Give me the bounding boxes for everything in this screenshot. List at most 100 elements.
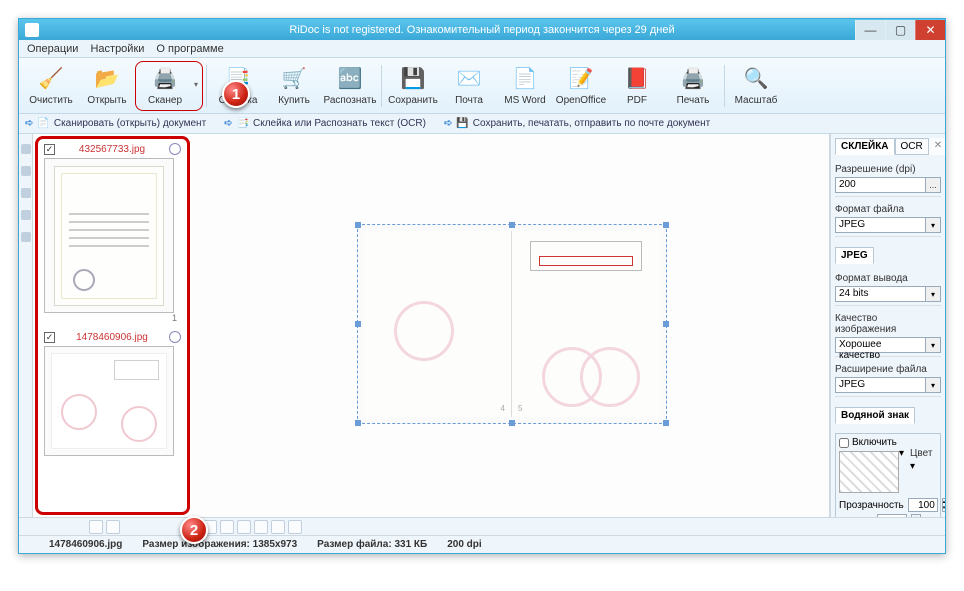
spinner-icon[interactable]: ▴▾ [942,498,945,512]
pdf-button[interactable]: 📕PDF [609,61,665,111]
tool-icon[interactable] [254,520,268,534]
ocr-icon: 🔤 [337,66,363,92]
word-icon: 📄 [512,66,538,92]
extension-select[interactable]: JPEG [835,377,926,393]
zoom-button[interactable]: 🔍Масштаб [728,61,784,111]
left-tool-strip [19,134,33,517]
panel-close-icon[interactable]: ✕ [929,138,945,155]
maximize-button[interactable]: ▢ [885,20,915,40]
app-icon [25,23,39,37]
word-button[interactable]: 📄MS Word [497,61,553,111]
tool-icon[interactable] [89,520,103,534]
thumbnail-filename: 1478460906.jpg [76,332,148,343]
thumbnail-checkbox[interactable]: ✓ [44,332,55,343]
quality-select[interactable]: Хорошее качество [835,337,926,353]
arrow-icon: ➪ [444,118,452,129]
cart-icon: 🛒 [281,66,307,92]
tool-icon[interactable] [237,520,251,534]
broom-icon: 🧹 [38,66,64,92]
extension-label: Расширение файла [835,364,941,375]
scanner-button[interactable]: 🖨️Сканер▾ [135,61,203,111]
tool-icon[interactable] [271,520,285,534]
chevron-down-icon[interactable]: ▾ [925,377,941,393]
menu-settings[interactable]: Настройки [86,41,148,57]
brightness-icon[interactable] [169,143,181,155]
close-button[interactable]: ✕ [915,20,945,40]
title-bar[interactable]: RiDoc is not registered. Ознакомительный… [19,19,945,40]
mail-button[interactable]: ✉️Почта [441,61,497,111]
chevron-down-icon[interactable]: ▾ [925,217,941,233]
tool-icon[interactable] [288,520,302,534]
properties-panel: СКЛЕЙКА OCR ✕ Разрешение (dpi) 200… Форм… [830,134,945,517]
tool-icon[interactable] [220,520,234,534]
open-button[interactable]: 📂Открыть [79,61,135,111]
tab-jpeg[interactable]: JPEG [835,247,874,264]
arrow-icon: ➪ [25,118,33,129]
thumbnail-item[interactable]: ✓ 1478460906.jpg [38,327,187,460]
brightness-icon[interactable] [169,331,181,343]
side-tool-icon[interactable] [21,210,31,220]
hint-bar: ➪📄Сканировать (открыть) документ ➪📑Склей… [19,114,945,134]
arrow-icon: ➪ [224,118,232,129]
annotation-callout-1: 1 [222,80,250,108]
resize-handle[interactable] [663,222,669,228]
hint-scan: Сканировать (открыть) документ [54,118,206,129]
menu-bar: Операции Настройки О программе [19,40,945,58]
thumbnail-item[interactable]: ✓ 432567733.jpg 1 [38,139,187,327]
tab-stitch[interactable]: СКЛЕЙКА [835,138,895,155]
resize-handle[interactable] [355,222,361,228]
dpi-input[interactable]: 200 [835,177,926,193]
watermark-pattern[interactable] [839,451,899,493]
resize-handle[interactable] [509,420,515,426]
tab-ocr[interactable]: OCR [895,138,929,155]
ocr-button[interactable]: 🔤Распознать [322,61,378,111]
openoffice-icon: 📝 [568,66,594,92]
save-button[interactable]: 💾Сохранить [385,61,441,111]
chevron-down-icon[interactable]: ▾ [899,448,904,490]
thumbnail-image[interactable] [44,158,174,313]
content-area: ✓ 432567733.jpg 1 ✓ 1478460906.jpg [19,134,945,517]
bottom-toolstrip [19,517,945,535]
menu-about[interactable]: О программе [152,41,227,57]
annotation-callout-2: 2 [180,516,208,544]
thumbnail-checkbox[interactable]: ✓ [44,144,55,155]
resize-handle[interactable] [355,321,361,327]
chevron-down-icon[interactable]: ▾ [925,286,941,302]
menu-operations[interactable]: Операции [23,41,82,57]
app-window: RiDoc is not registered. Ознакомительный… [18,18,946,554]
watermark-enable-checkbox[interactable] [839,438,849,448]
buy-button[interactable]: 🛒Купить [266,61,322,111]
chevron-down-icon[interactable]: ▾ [910,461,915,472]
side-tool-icon[interactable] [21,232,31,242]
minimize-button[interactable]: — [855,20,885,40]
resize-handle[interactable] [355,420,361,426]
side-tool-icon[interactable] [21,166,31,176]
thumbnail-image[interactable] [44,346,174,456]
side-tool-icon[interactable] [21,188,31,198]
output-format-select[interactable]: 24 bits [835,286,926,302]
quality-label: Качество изображения [835,313,941,335]
clear-button[interactable]: 🧹Очистить [23,61,79,111]
page-selection[interactable]: 4 5 [357,224,667,424]
dpi-more-button[interactable]: … [925,177,941,193]
openoffice-button[interactable]: 📝OpenOffice [553,61,609,111]
resize-handle[interactable] [663,321,669,327]
folder-open-icon: 📂 [94,66,120,92]
tool-icon[interactable] [106,520,120,534]
watermark-group: Включить ▾ Цвет ▾ Прозрачность▴▾ Размер▴… [835,433,941,517]
resize-handle[interactable] [509,222,515,228]
tab-watermark[interactable]: Водяной знак [835,407,915,424]
resize-handle[interactable] [663,420,669,426]
format-select[interactable]: JPEG [835,217,926,233]
chevron-down-icon[interactable]: ▾ [925,337,941,353]
hint-stitch: Склейка или Распознать текст (OCR) [253,118,426,129]
mail-icon: ✉️ [456,66,482,92]
thumbnail-panel: ✓ 432567733.jpg 1 ✓ 1478460906.jpg [35,136,190,515]
opacity-input[interactable] [908,498,938,512]
print-button[interactable]: 🖨️Печать [665,61,721,111]
format-label: Формат файла [835,204,941,215]
preview-canvas[interactable]: 4 5 [192,134,830,517]
side-tool-icon[interactable] [21,144,31,154]
printer-icon: 🖨️ [680,66,706,92]
magnifier-icon: 🔍 [743,66,769,92]
